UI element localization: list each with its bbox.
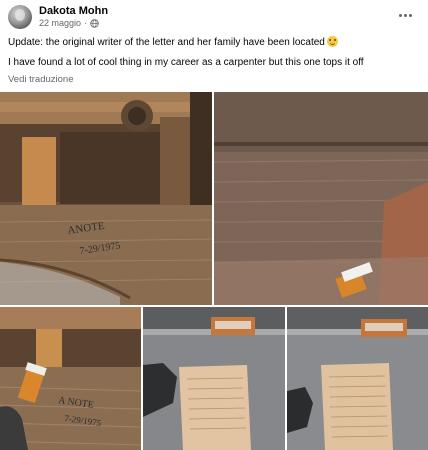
post-meta: 22 maggio · bbox=[39, 18, 99, 28]
globe-icon bbox=[90, 18, 99, 28]
post-line-update: Update: the original writer of the lette… bbox=[8, 36, 420, 50]
author-name[interactable]: Dakota Mohn bbox=[39, 5, 108, 17]
photo-vial-in-wall[interactable]: A NOTE 7-29/1975 bbox=[0, 307, 141, 450]
photo-wall-inscription[interactable]: ANOTE 7-29/1975 bbox=[0, 92, 212, 305]
photo-board-vial[interactable] bbox=[214, 92, 428, 305]
see-translation-link[interactable]: Vedi traduzione bbox=[8, 74, 74, 85]
post-body: Update: the original writer of the lette… bbox=[8, 36, 420, 76]
post-header: Dakota Mohn 22 maggio · bbox=[0, 0, 428, 32]
avatar[interactable] bbox=[8, 5, 32, 29]
post-date[interactable]: 22 maggio bbox=[39, 18, 81, 28]
meta-separator: · bbox=[84, 18, 88, 28]
smiling-face-emoji bbox=[326, 36, 338, 47]
photo-letter-unfolded[interactable] bbox=[287, 307, 428, 450]
photo-grid: ANOTE 7-29/1975 A NOTE 7-29/1975 bbox=[0, 92, 428, 450]
photo-letter-held[interactable] bbox=[143, 307, 285, 450]
post-line-carpenter: I have found a lot of cool thing in my c… bbox=[8, 57, 364, 68]
more-options-icon[interactable] bbox=[396, 8, 414, 22]
